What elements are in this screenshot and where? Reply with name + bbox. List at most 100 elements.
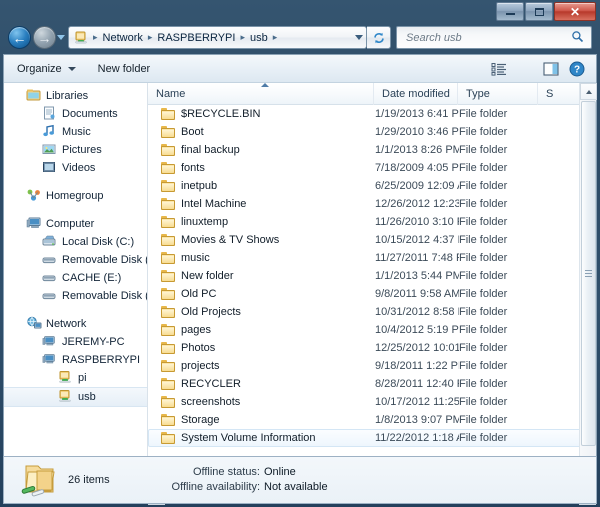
sidebar-item-local-disk-c[interactable]: Local Disk (C:) <box>4 233 147 251</box>
sidebar-item-usb[interactable]: usb <box>4 387 147 407</box>
column-header-size[interactable]: S <box>538 83 578 105</box>
folder-icon <box>161 432 175 444</box>
organize-button[interactable]: Organize <box>8 57 85 81</box>
refresh-button[interactable] <box>367 26 391 49</box>
file-date-cell: 11/27/2011 7:48 PM <box>375 252 459 264</box>
file-name-cell: Boot <box>149 126 375 138</box>
file-date-cell: 8/28/2011 12:40 PM <box>375 378 459 390</box>
file-name-label: New folder <box>181 270 234 282</box>
table-row[interactable]: pages 10/4/2012 5:19 PM File folder <box>148 321 596 339</box>
recent-pages-icon[interactable] <box>57 35 65 40</box>
breadcrumb-item-usb[interactable]: usb <box>248 32 270 44</box>
file-name-label: $RECYCLE.BIN <box>181 108 261 120</box>
sidebar-item-pi[interactable]: pi <box>4 369 147 387</box>
file-name-cell: fonts <box>149 162 375 174</box>
sidebar-item-removable-disk-2[interactable]: Removable Disk ( <box>4 287 147 305</box>
folder-icon <box>161 360 175 372</box>
file-type-cell: File folder <box>459 270 508 282</box>
breadcrumb-item-raspberrypi[interactable]: RASPBERRYPI <box>155 32 237 44</box>
table-row[interactable]: Storage 1/8/2013 9:07 PM File folder <box>148 411 596 429</box>
file-type-cell: File folder <box>459 252 508 264</box>
table-row[interactable]: screenshots 10/17/2012 11:25 ...File fold… <box>148 393 596 411</box>
table-row[interactable]: final backup 1/1/2013 8:26 PM File folder <box>148 141 596 159</box>
table-row[interactable]: music 11/27/2011 7:48 PMFile folder <box>148 249 596 267</box>
preview-pane-button[interactable] <box>538 58 564 80</box>
libraries-icon <box>26 88 42 104</box>
table-row[interactable]: Boot 1/29/2010 3:46 PM File folder <box>148 123 596 141</box>
table-row[interactable]: Intel Machine 12/26/2012 12:23 ...File fo… <box>148 195 596 213</box>
sidebar-item-videos[interactable]: Videos <box>4 159 147 177</box>
vertical-scrollbar[interactable] <box>579 83 597 503</box>
vertical-scroll-thumb[interactable] <box>581 101 596 446</box>
help-button[interactable]: ? <box>564 58 590 80</box>
view-options-button[interactable] <box>486 58 512 80</box>
table-row[interactable]: RECYCLER 8/28/2011 12:40 PMFile folder <box>148 375 596 393</box>
navigation-pane[interactable]: Libraries Documents Music Pictures Video… <box>4 83 148 503</box>
file-list[interactable]: $RECYCLE.BIN 1/19/2013 6:41 PM File folder… <box>148 105 596 503</box>
minimize-icon <box>497 3 523 20</box>
sidebar-item-raspberrypi[interactable]: RASPBERRYPI <box>4 351 147 369</box>
sidebar-item-cache-e[interactable]: CACHE (E:) <box>4 269 147 287</box>
maximize-button[interactable] <box>525 2 553 21</box>
computer-icon <box>42 334 58 350</box>
minimize-button[interactable] <box>496 2 524 21</box>
file-type-cell: File folder <box>459 342 508 354</box>
table-row[interactable]: Photos 12/25/2012 10:01 ...File folder <box>148 339 596 357</box>
search-input[interactable] <box>404 30 571 45</box>
file-name-cell: projects <box>149 360 375 372</box>
sidebar-label: Videos <box>62 162 96 174</box>
breadcrumb-item-network[interactable]: Network <box>101 32 145 44</box>
file-name-label: RECYCLER <box>181 378 241 390</box>
scroll-up-button[interactable] <box>580 83 597 100</box>
file-type-cell: File folder <box>459 396 508 408</box>
sidebar-item-documents[interactable]: Documents <box>4 105 147 123</box>
table-row[interactable]: $RECYCLE.BIN 1/19/2013 6:41 PM File folder <box>148 105 596 123</box>
file-name-label: System Volume Information <box>181 432 316 444</box>
forward-button[interactable]: → <box>33 26 56 49</box>
file-name-cell: Storage <box>149 414 375 426</box>
folder-icon <box>161 270 175 282</box>
column-header-name[interactable]: Name <box>148 82 374 105</box>
sidebar-item-pictures[interactable]: Pictures <box>4 141 147 159</box>
computer-icon <box>42 352 58 368</box>
table-row[interactable]: projects 9/18/2011 1:22 PM File folder <box>148 357 596 375</box>
table-row[interactable]: System Volume Information 11/22/2012 1:18… <box>148 429 596 447</box>
address-bar[interactable]: ▸ Network ▸ RASPBERRYPI ▸ usb ▸ <box>68 26 367 49</box>
sidebar-item-music[interactable]: Music <box>4 123 147 141</box>
sidebar-label: Local Disk (C:) <box>62 236 135 248</box>
file-name-label: fonts <box>181 162 205 174</box>
close-icon: ✕ <box>569 4 581 19</box>
file-type-cell: File folder <box>459 180 508 192</box>
folder-icon <box>161 396 175 408</box>
sidebar-item-libraries[interactable]: Libraries <box>4 87 147 105</box>
sidebar-label: CACHE (E:) <box>62 272 122 284</box>
table-row[interactable]: linuxtemp 11/26/2010 3:10 PMFile folder <box>148 213 596 231</box>
sidebar-label: Removable Disk ( <box>62 254 148 266</box>
close-button[interactable]: ✕ <box>554 2 596 21</box>
table-row[interactable]: Movies & TV Shows 10/15/2012 4:37 PMFile … <box>148 231 596 249</box>
address-dropdown-icon[interactable] <box>352 35 366 40</box>
breadcrumb[interactable]: ▸ Network ▸ RASPBERRYPI ▸ usb ▸ <box>90 32 352 44</box>
table-row[interactable]: Old Projects 10/31/2012 8:58 PMFile folde… <box>148 303 596 321</box>
table-row[interactable]: fonts 7/18/2009 4:05 PM File folder <box>148 159 596 177</box>
file-name-label: screenshots <box>181 396 241 408</box>
view-dropdown-button[interactable] <box>512 58 538 80</box>
column-header-date-modified[interactable]: Date modified <box>374 82 458 105</box>
sidebar-item-computer[interactable]: Computer <box>4 215 147 233</box>
table-row[interactable]: New folder 1/1/2013 5:44 PM File folder <box>148 267 596 285</box>
folder-icon <box>161 414 175 426</box>
folder-icon <box>161 180 175 192</box>
sidebar-item-removable-disk-1[interactable]: Removable Disk ( <box>4 251 147 269</box>
file-name-label: Movies & TV Shows <box>181 234 280 246</box>
sidebar-item-jeremy-pc[interactable]: JEREMY-PC <box>4 333 147 351</box>
back-button[interactable]: ← <box>8 26 31 49</box>
new-folder-button[interactable]: New folder <box>89 57 160 81</box>
search-box[interactable] <box>396 26 592 49</box>
sidebar-item-network[interactable]: Network <box>4 315 147 333</box>
table-row[interactable]: inetpub 6/25/2009 12:09 AMFile folder <box>148 177 596 195</box>
table-row[interactable]: Old PC 9/8/2011 9:58 AM File folder <box>148 285 596 303</box>
file-name-cell: final backup <box>149 144 375 156</box>
column-header-type[interactable]: Type <box>458 82 538 105</box>
sidebar-item-homegroup[interactable]: Homegroup <box>4 187 147 205</box>
folder-icon <box>161 324 175 336</box>
